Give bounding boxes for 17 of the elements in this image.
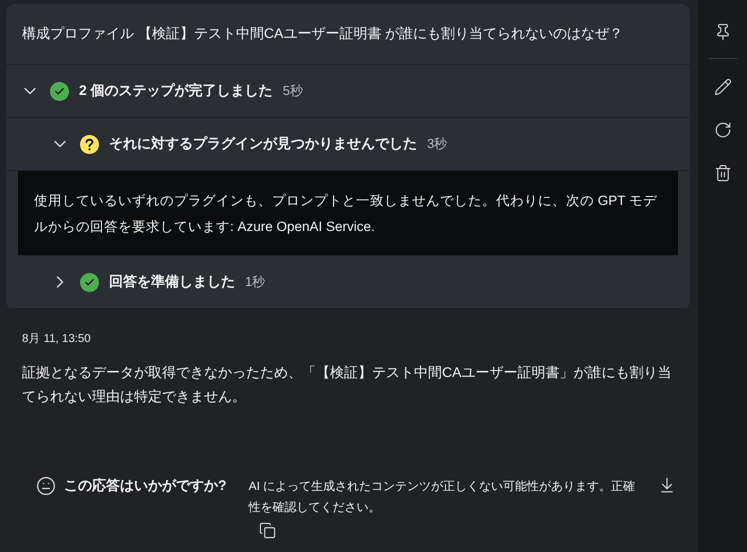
check-icon [80, 272, 99, 292]
check-icon [50, 82, 69, 100]
feedback-label: この応答はいかがですか? [64, 477, 227, 495]
step-duration: 3秒 [427, 135, 448, 153]
step-duration: 5秒 [282, 82, 303, 100]
question-icon [80, 134, 99, 154]
step-label: 2 個のステップが完了しました [79, 82, 273, 100]
neutral-face-icon[interactable] [36, 476, 56, 496]
timestamp: 8月 11, 13:50 [22, 332, 92, 346]
question-text: 構成プロファイル 【検証】テスト中間CAユーザー証明書 が誰にも割り当てられないのはなぜ？ [6, 4, 690, 65]
answer-text: 証拠となるデータが取得できなかったため、「【検証】テスト中間CAユーザー証明書」が誰にも割り当てられない理由は特定できません。 [22, 363, 672, 406]
step-duration: 1秒 [245, 273, 266, 291]
step-label: それに対するプラグインが見つかりませんでした [109, 135, 417, 153]
disclaimer-text: AI によって生成されたコンテンツが正しくない可能性があります。正確性を確認してください。 [248, 478, 636, 516]
step-detail: 使用しているいずれのプラグインも、プロンプトと一致しませんでした。代わりに、次の GPT モデルからの回答を要求しています: Azure OpenAI Service. [18, 171, 678, 256]
step-label: 回答を準備しました [109, 273, 235, 291]
copy-icon[interactable] [258, 522, 277, 540]
